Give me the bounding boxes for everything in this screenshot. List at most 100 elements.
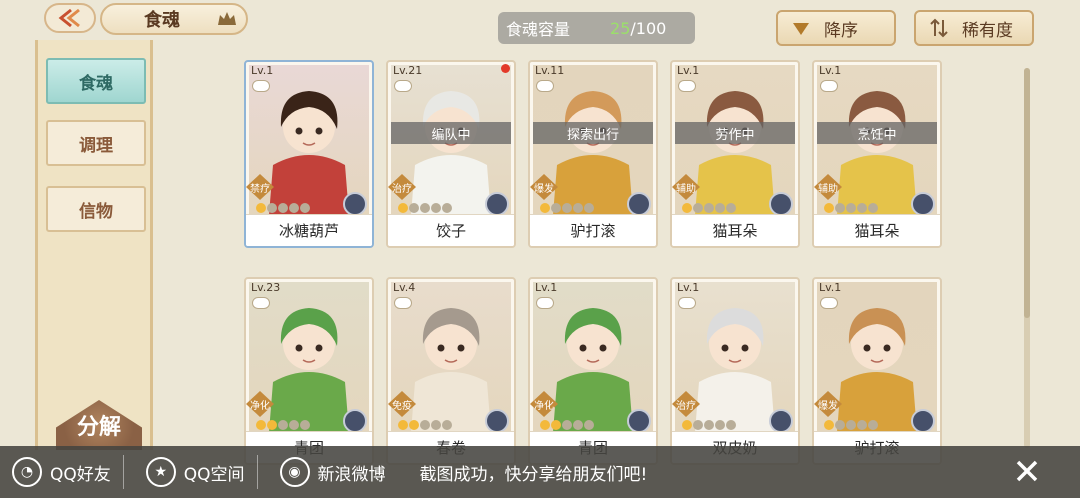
rarity-pip xyxy=(824,420,834,430)
food-soul-card[interactable]: Lv.4免疫春卷 xyxy=(386,277,516,465)
crown-icon[interactable] xyxy=(216,9,238,29)
rarity-pip xyxy=(300,203,310,213)
element-icon xyxy=(485,409,509,433)
divider xyxy=(122,455,124,489)
rarity-pip xyxy=(693,203,703,213)
element-icon xyxy=(627,409,651,433)
sidebar: 食魂 调理 信物 xyxy=(35,40,153,450)
rarity-pip xyxy=(420,420,430,430)
divider xyxy=(256,455,258,489)
weibo-icon: ◉ xyxy=(279,457,310,487)
scrollbar-thumb[interactable] xyxy=(1024,68,1030,318)
food-soul-card[interactable]: Lv.21 编队中 治疗 饺子 xyxy=(386,60,516,248)
rarity-pip xyxy=(289,203,299,213)
top-bar: 食魂 食魂容量 25 /100 降序 稀有度 xyxy=(0,0,1080,58)
rarity-row xyxy=(540,420,594,430)
rarity-pip xyxy=(398,420,408,430)
rarity-row xyxy=(824,203,878,213)
level-label: Lv.4 xyxy=(393,281,416,294)
level-label: Lv.23 xyxy=(251,281,281,294)
rarity-pip xyxy=(267,420,277,430)
element-icon xyxy=(343,409,367,433)
sort-desc-button[interactable]: 降序 xyxy=(776,10,896,46)
back-arrow-icon xyxy=(58,8,80,28)
element-icon xyxy=(911,409,935,433)
element-icon xyxy=(769,192,793,216)
chat-bubble-icon xyxy=(536,80,554,92)
rarity-pip xyxy=(431,420,441,430)
card-name: 冰糖葫芦 xyxy=(246,214,372,246)
element-icon xyxy=(911,192,935,216)
card-name: 驴打滚 xyxy=(530,214,656,246)
page-title: 食魂 xyxy=(144,10,180,31)
capacity-label: 食魂容量 xyxy=(506,20,571,39)
back-button[interactable] xyxy=(44,3,96,33)
level-label: Lv.1 xyxy=(251,64,274,77)
rarity-pip xyxy=(278,203,288,213)
rarity-pip xyxy=(573,203,583,213)
food-soul-card[interactable]: Lv.11 探索出行 爆发 驴打滚 xyxy=(528,60,658,248)
rarity-pip xyxy=(562,203,572,213)
food-soul-card[interactable]: Lv.1爆发驴打滚 xyxy=(812,277,942,465)
rarity-row xyxy=(398,420,452,430)
page-title-tab: 食魂 xyxy=(100,3,248,35)
rarity-pip xyxy=(420,203,430,213)
sidebar-item-food-soul[interactable]: 食魂 xyxy=(46,58,146,104)
rarity-pip xyxy=(573,420,583,430)
decompose-label: 分解 xyxy=(76,415,121,440)
rarity-pip xyxy=(540,420,550,430)
food-soul-card[interactable]: Lv.1 禁疗 冰糖葫芦 xyxy=(244,60,374,248)
share-message: 截图成功，快分享给朋友们吧! xyxy=(419,464,648,485)
status-banner: 编队中 xyxy=(391,122,511,144)
food-soul-card[interactable]: Lv.1净化青团 xyxy=(528,277,658,465)
share-qzone-button[interactable]: ★ QQ空间 xyxy=(134,446,257,498)
element-icon xyxy=(769,409,793,433)
card-name: 饺子 xyxy=(388,214,514,246)
rarity-pip xyxy=(442,420,452,430)
chat-bubble-icon xyxy=(678,80,696,92)
sidebar-item-tokens[interactable]: 信物 xyxy=(46,186,146,232)
chat-bubble-icon xyxy=(820,297,838,309)
qq-icon: ◔ xyxy=(12,457,42,487)
share-weibo-button[interactable]: ◉ 新浪微博 xyxy=(268,446,398,498)
food-soul-card[interactable]: Lv.1治疗双皮奶 xyxy=(670,277,800,465)
rarity-sort-button[interactable]: 稀有度 xyxy=(914,10,1034,46)
chat-bubble-icon xyxy=(820,80,838,92)
food-soul-card[interactable]: Lv.23净化青团 xyxy=(244,277,374,465)
rarity-pip xyxy=(562,420,572,430)
rarity-pip xyxy=(704,203,714,213)
rarity-pip xyxy=(846,203,856,213)
rarity-pip xyxy=(267,203,277,213)
scrollbar[interactable] xyxy=(1024,68,1030,448)
rarity-pip xyxy=(835,420,845,430)
share-qq-friend-label: QQ好友 xyxy=(50,464,111,485)
card-name: 猫耳朵 xyxy=(672,214,798,246)
rarity-sort-label: 稀有度 xyxy=(962,20,1013,41)
rarity-pip xyxy=(584,203,594,213)
chat-bubble-icon xyxy=(252,297,270,309)
share-bar: ◔ QQ好友 ★ QQ空间 ◉ 新浪微博 截图成功，快分享给朋友们吧! xyxy=(0,446,1080,498)
rarity-pip xyxy=(846,420,856,430)
rarity-pip xyxy=(256,203,266,213)
close-icon[interactable] xyxy=(1014,458,1040,484)
rarity-row xyxy=(682,203,736,213)
share-qq-friend-button[interactable]: ◔ QQ好友 xyxy=(0,446,123,498)
food-soul-card[interactable]: Lv.1 烹饪中 辅助 猫耳朵 xyxy=(812,60,942,248)
rarity-row xyxy=(540,203,594,213)
rarity-pip xyxy=(584,420,594,430)
sidebar-item-label: 食魂 xyxy=(79,73,113,94)
rarity-pip xyxy=(704,420,714,430)
rarity-sort-icon xyxy=(930,18,948,38)
chat-bubble-icon xyxy=(678,297,696,309)
rarity-pip xyxy=(398,203,408,213)
rarity-pip xyxy=(824,203,834,213)
chat-bubble-icon xyxy=(394,297,412,309)
share-qzone-label: QQ空间 xyxy=(183,464,245,485)
level-label: Lv.21 xyxy=(393,64,423,77)
food-soul-card[interactable]: Lv.1 劳作中 辅助 猫耳朵 xyxy=(670,60,800,248)
rarity-pip xyxy=(551,420,561,430)
rarity-pip xyxy=(868,203,878,213)
sidebar-item-cooking[interactable]: 调理 xyxy=(46,120,146,166)
rarity-row xyxy=(256,420,310,430)
element-icon xyxy=(485,192,509,216)
